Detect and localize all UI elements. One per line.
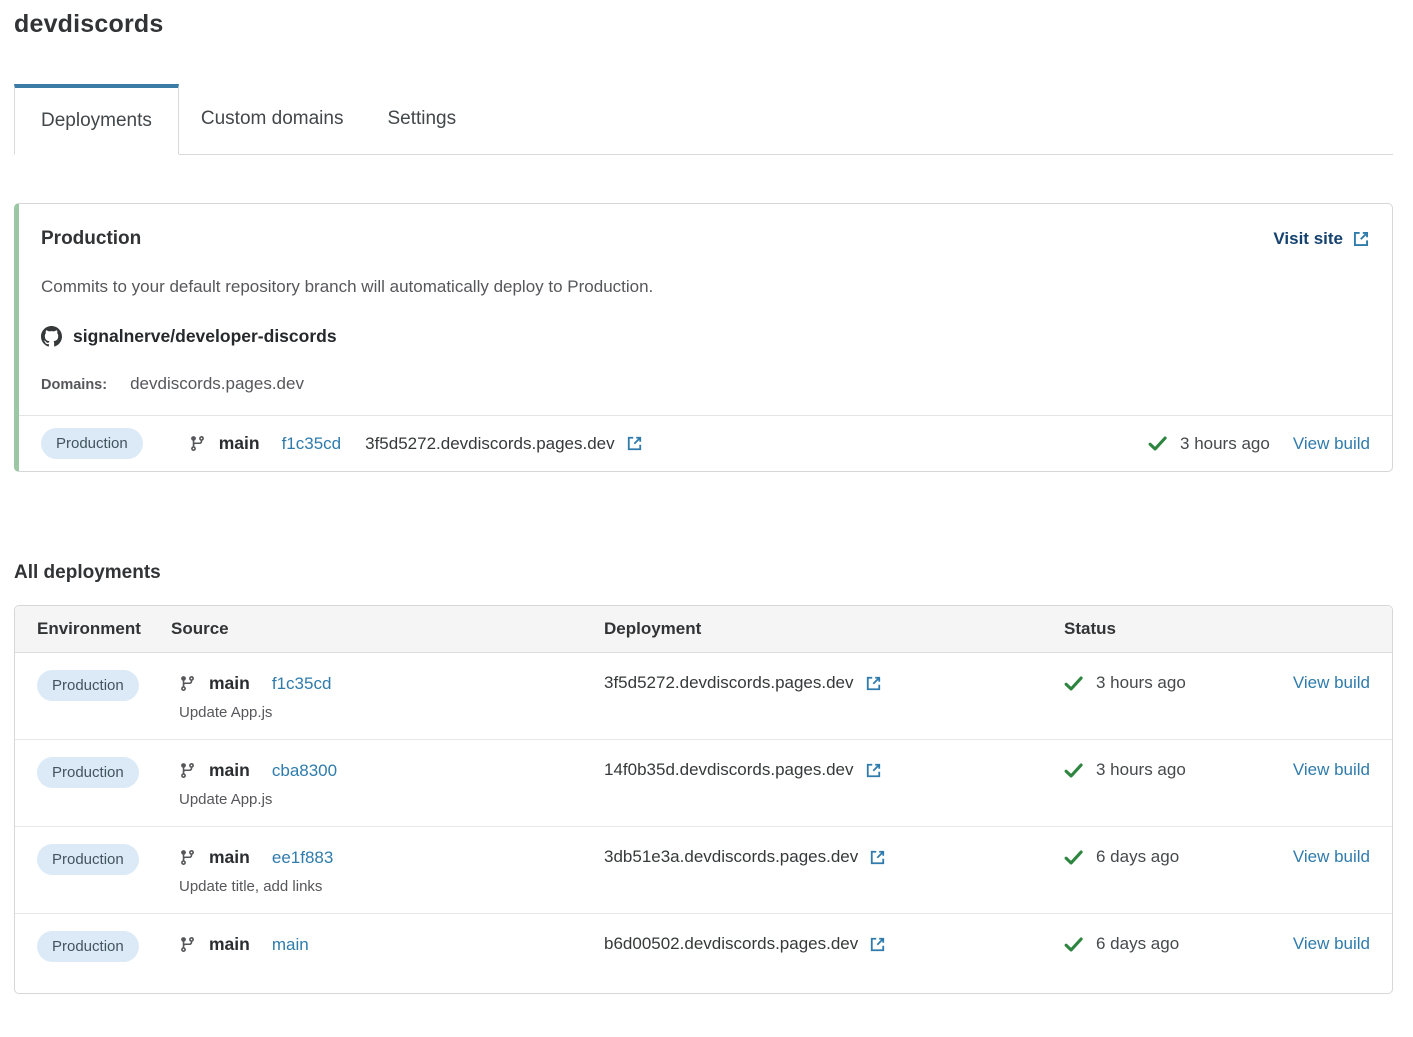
production-description: Commits to your default repository branc… [41,277,1370,297]
deployment-url-open-link[interactable] [858,849,886,866]
success-check-icon [1064,761,1083,780]
page: devdiscords Deployments Custom domains S… [0,0,1413,994]
view-build-link[interactable]: View build [1293,434,1370,454]
column-header-environment: Environment [37,619,171,639]
tab-deployments[interactable]: Deployments [14,84,179,155]
table-row: Production main ee1f883 Update title, ad… [15,826,1392,913]
external-link-icon [626,435,643,452]
status-time: 6 days ago [1096,847,1179,867]
environment-badge: Production [37,670,139,701]
deployment-url-open-link[interactable] [615,435,643,452]
commit-link[interactable]: ee1f883 [272,848,333,868]
success-check-icon [1148,434,1167,453]
status-time: 6 days ago [1096,934,1179,954]
git-branch-icon [179,936,196,953]
domains-label: Domains: [41,377,107,393]
page-title: devdiscords [14,10,1393,39]
column-header-status: Status [1064,619,1276,639]
tab-custom-domains[interactable]: Custom domains [179,84,366,154]
deployment-url: b6d00502.devdiscords.pages.dev [604,934,858,954]
deployment-url: 3db51e3a.devdiscords.pages.dev [604,847,858,867]
success-check-icon [1064,848,1083,867]
visit-site-label: Visit site [1273,229,1343,249]
git-branch-icon [189,435,206,452]
commit-message: Update App.js [179,704,604,721]
table-row: Production main main b6d00502.devdiscord… [15,913,1392,993]
deployments-table: Environment Source Deployment Status Pro… [14,605,1393,994]
branch-name: main [209,847,250,868]
status-time: 3 hours ago [1180,434,1270,454]
git-branch-icon [179,675,196,692]
commit-link[interactable]: f1c35cd [272,674,332,694]
tab-custom-domains-label: Custom domains [201,108,344,130]
view-build-link[interactable]: View build [1293,673,1370,693]
status-time: 3 hours ago [1096,673,1186,693]
tab-settings[interactable]: Settings [365,84,478,154]
success-check-icon [1064,935,1083,954]
deployment-url: 3f5d5272.devdiscords.pages.dev [365,434,615,454]
external-link-icon [869,849,886,866]
table-row: Production main cba8300 Update App.js 14… [15,739,1392,826]
table-header-row: Environment Source Deployment Status [15,606,1392,653]
production-card-title: Production [41,228,141,250]
commit-link[interactable]: cba8300 [272,761,337,781]
commit-link[interactable]: f1c35cd [282,434,342,454]
tab-settings-label: Settings [387,108,456,130]
visit-site-link[interactable]: Visit site [1273,229,1370,249]
commit-message: Update App.js [179,791,604,808]
domain-value: devdiscords.pages.dev [130,374,304,394]
column-header-source: Source [171,619,604,639]
tab-bar: Deployments Custom domains Settings [14,84,1393,155]
commit-link[interactable]: main [272,935,309,955]
environment-badge: Production [41,428,143,459]
external-link-icon [865,675,882,692]
external-link-icon [1352,230,1370,248]
external-link-icon [869,936,886,953]
environment-badge: Production [37,931,139,962]
production-deployment-row: Production main f1c35cd 3f5d5272.devdisc… [19,415,1392,471]
environment-badge: Production [37,757,139,788]
deployment-url: 3f5d5272.devdiscords.pages.dev [604,673,854,693]
all-deployments-title: All deployments [14,562,1393,584]
production-card: Production Visit site Commits to your de… [14,203,1393,472]
git-branch-icon [179,762,196,779]
repo-name: signalnerve/developer-discords [73,326,337,347]
table-row: Production main f1c35cd Update App.js 3f… [15,653,1392,739]
view-build-link[interactable]: View build [1293,760,1370,780]
branch-name: main [209,760,250,781]
view-build-link[interactable]: View build [1293,934,1370,954]
domains-row: Domains: devdiscords.pages.dev [41,374,1370,394]
deployment-url: 14f0b35d.devdiscords.pages.dev [604,760,854,780]
deployment-url-open-link[interactable] [854,762,882,779]
status-time: 3 hours ago [1096,760,1186,780]
environment-badge: Production [37,844,139,875]
production-card-body: Production Visit site Commits to your de… [19,204,1392,415]
github-icon [41,326,62,347]
external-link-icon [865,762,882,779]
tab-deployments-label: Deployments [41,110,152,132]
deployment-url-open-link[interactable] [858,936,886,953]
branch-name: main [209,673,250,694]
column-header-deployment: Deployment [604,619,1064,639]
deployment-url-open-link[interactable] [854,675,882,692]
git-branch-icon [179,849,196,866]
branch-name: main [219,433,260,454]
repo-row: signalnerve/developer-discords [41,326,1370,347]
view-build-link[interactable]: View build [1293,847,1370,867]
commit-message: Update title, add links [179,878,604,895]
branch-name: main [209,934,250,955]
success-check-icon [1064,674,1083,693]
